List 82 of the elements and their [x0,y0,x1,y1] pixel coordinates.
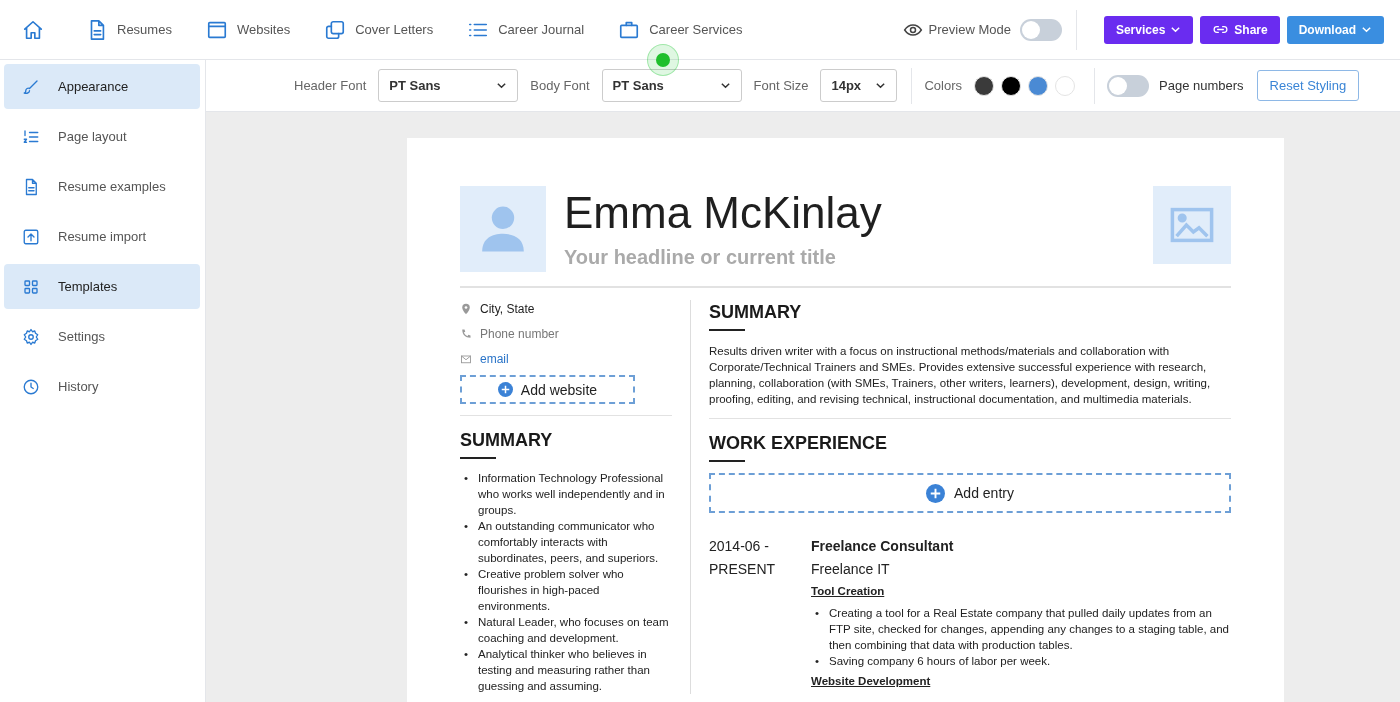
preview-mode-label: Preview Mode [928,22,1011,37]
project-title: Website Development [811,675,932,687]
summary-text: Results driven writer with a focus on instructional methods/materials and collaboration with Corporate/Technical Trainers and SMEs. Provides extensive successful experience with research, planning, collaboration (with SMEs, Trainers, other writers, learners), development, design, writing, proofing, editing, and revising technical, instructional documentation, and multimedia materials. [709,344,1212,407]
caret-icon [1170,24,1182,35]
map-pin-icon [460,302,472,315]
home-icon [22,18,44,41]
home-link[interactable] [22,18,44,41]
plus-icon [926,483,946,503]
list-number-icon [22,127,40,146]
header-button[interactable]: Services [1103,15,1194,44]
colors-label: Colors [924,78,963,93]
copy-icon [324,18,347,41]
job-title: Freelance Consultant [811,537,955,556]
project-title: Tool Creation [811,585,886,597]
image-placeholder[interactable] [1153,186,1231,264]
page-numbers-label: Page numbers [1159,78,1244,93]
section-title: SUMMARY [460,430,554,451]
date-start: 2014-06 - [709,537,770,556]
reset-styling-button[interactable]: Reset Styling [1256,70,1360,101]
nav-link[interactable]: Cover Letters [324,18,434,41]
nav-link[interactable]: Career Journal [467,18,585,41]
header-button[interactable]: Share [1200,15,1280,44]
bullet-marker: • [464,519,470,534]
bullet-marker: • [815,606,821,621]
caret-icon [1361,24,1372,35]
color-swatch[interactable] [974,75,995,96]
settings-icon [22,327,40,346]
font-select[interactable]: PT Sans [601,69,742,102]
sidebar-item[interactable]: Resume import [4,214,200,259]
caret-icon [875,80,887,91]
avatar-placeholder[interactable] [460,186,546,272]
font-select[interactable]: 14px [820,69,898,102]
contact-text: City, State [480,301,535,316]
project-bullet: Creating a tool for a Real Estate company that pulled daily updates from an FTP site, checked for changes, appending any changes to a staging table, and then combining that data with production tables. [829,606,1230,653]
sidebar-item[interactable]: Appearance [4,64,200,109]
bullet-marker: • [464,567,470,582]
add-website-button[interactable]: Add website [460,375,635,404]
color-swatch[interactable] [1055,75,1076,96]
resume-name: Emma McKinlay [564,188,883,238]
plus-icon [497,382,513,397]
bullet-marker: • [464,471,470,486]
select-label: Font Size [753,78,809,93]
page-numbers-toggle[interactable] [1107,74,1150,97]
section-title: WORK EXPERIENCE [709,433,889,454]
resume-headline: Your headline or current title [564,246,837,269]
color-swatch[interactable] [1001,75,1022,96]
sidebar-item[interactable]: Settings [4,314,200,359]
sidebar-item[interactable]: Page layout [4,114,200,159]
bullet-marker: • [815,654,821,669]
font-select[interactable]: PT Sans [378,69,519,102]
summary-bullet: Analytical thinker who believes in testing and measuring rather than guessing and assuming. [478,647,651,694]
contact-text: Phone number [480,326,559,341]
preview-mode-toggle[interactable] [1019,18,1062,41]
nav-link[interactable]: Websites [205,18,291,41]
sidebar-item[interactable]: Resume examples [4,164,200,209]
summary-bullet: An outstanding communicator who comfortably interacts with subordinates, peers, and superiors. [478,519,660,566]
contact-text: email [480,351,509,366]
add-entry-button[interactable]: Add entry [709,473,1231,513]
section-title: SUMMARY [709,302,803,323]
summary-bullet: Creative problem solver who flourishes in high-paced environments. [478,567,625,614]
select-label: Body Font [530,78,590,93]
project-bullet: Saving company 6 hours of labor per week. [829,654,1051,669]
select-label: Header Font [294,78,367,93]
summary-bullet: Information Technology Professional who works well independently and in groups. [478,471,666,518]
clock-icon [22,377,40,396]
click-indicator-icon [647,44,679,76]
color-swatch[interactable] [1028,75,1049,96]
company-name: Freelance IT [811,560,891,579]
envelope-icon [460,352,472,365]
caret-icon [719,80,731,91]
phone-icon [460,327,472,340]
sidebar-item[interactable]: History [4,364,200,409]
upload-icon [22,227,40,246]
bullet-marker: • [464,615,470,630]
bullet-marker: • [464,647,470,662]
date-end: PRESENT [709,560,777,579]
caret-icon [496,80,508,91]
nav-link[interactable]: Resumes [86,18,172,41]
sidebar-item[interactable]: Templates [4,264,200,309]
nav-link[interactable]: Career Services [618,18,743,41]
grid-icon [22,277,40,296]
summary-bullet: Natural Leader, who focuses on team coaching and development. [478,615,670,646]
